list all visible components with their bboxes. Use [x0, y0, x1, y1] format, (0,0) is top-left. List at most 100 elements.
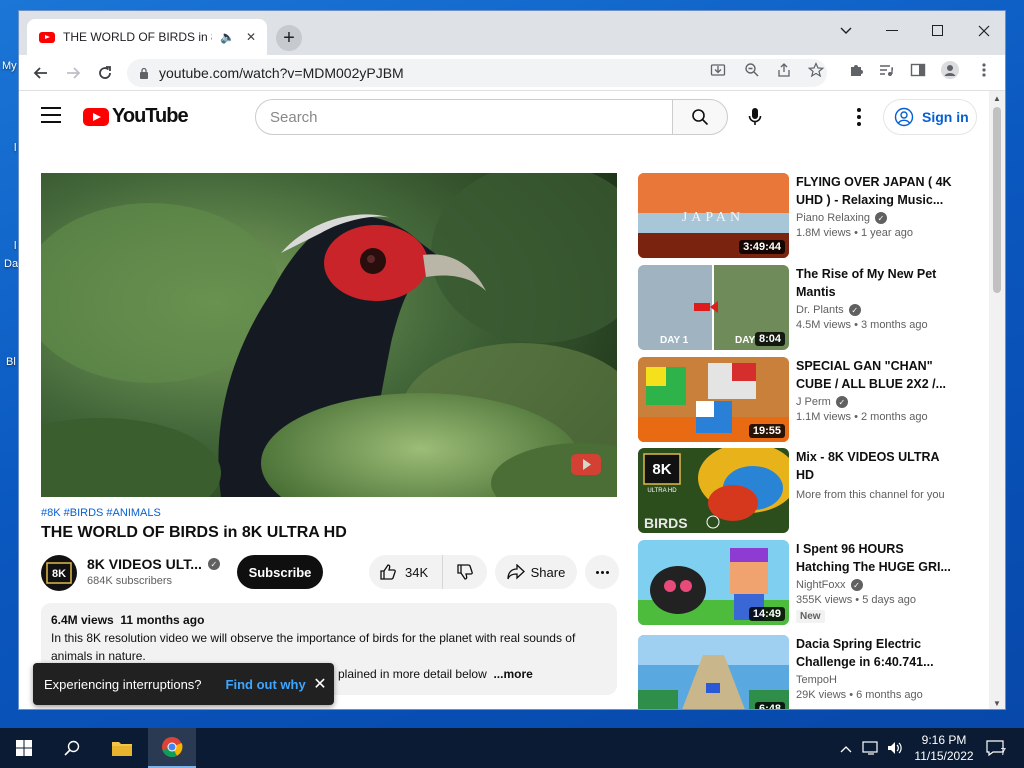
video-player[interactable] — [41, 173, 617, 497]
recommendation-title[interactable]: FLYING OVER JAPAN ( 4K UHD ) - Relaxing … — [796, 173, 954, 209]
voice-search-button[interactable] — [737, 99, 773, 135]
video-hashtags[interactable]: #8K #BIRDS #ANIMALS — [41, 507, 161, 519]
forward-arrow-icon[interactable] — [61, 61, 85, 85]
recommendation-title[interactable]: I Spent 96 HOURS Hatching The HUGE GRI..… — [796, 540, 954, 576]
minimize-button[interactable] — [869, 17, 915, 45]
recommendation-meta: 1.1M views • 2 months ago — [796, 411, 928, 423]
profile-avatar-icon[interactable] — [941, 61, 959, 79]
system-clock[interactable]: 9:16 PM 11/15/2022 — [908, 732, 980, 764]
side-panel-icon[interactable] — [909, 61, 927, 79]
video-duration: 8:04 — [754, 332, 785, 346]
search-button[interactable] — [672, 99, 728, 135]
new-badge: New — [796, 610, 825, 623]
share-label: Share — [530, 564, 566, 580]
scroll-down-arrow-icon[interactable]: ▼ — [993, 699, 1001, 708]
recommendation-item[interactable]: DAY 1 DAY 8:04 The Rise of My New Pet Man… — [638, 265, 968, 351]
video-frame-bird — [41, 173, 617, 497]
recommendation-thumbnail[interactable]: JAPAN 3:49:44 — [638, 173, 789, 258]
interruption-toast: Experiencing interruptions? Find out why… — [33, 663, 334, 705]
recommendation-thumbnail[interactable]: 8K ULTRA HD BIRDS — [638, 448, 789, 533]
close-tab-icon[interactable]: ✕ — [243, 30, 259, 44]
bookmark-star-icon[interactable] — [807, 61, 825, 79]
thumbnail-text: DAY — [735, 335, 756, 346]
volume-icon[interactable] — [886, 740, 904, 759]
settings-more-icon[interactable] — [847, 103, 871, 131]
network-icon[interactable] — [862, 740, 880, 759]
close-window-button[interactable] — [961, 17, 1005, 45]
start-button[interactable] — [0, 728, 48, 768]
share-button[interactable]: Share — [495, 555, 577, 589]
close-icon[interactable]: ✕ — [310, 674, 330, 694]
recommendation-channel[interactable]: NightFoxx ✓ — [796, 579, 954, 591]
thumbnail-text: DAY 1 — [660, 335, 689, 346]
lock-icon[interactable] — [139, 67, 149, 79]
subscribe-button[interactable]: Subscribe — [237, 555, 323, 589]
recommendation-channel[interactable]: Piano Relaxing ✓ — [796, 212, 954, 224]
desktop-icon-label[interactable]: l — [14, 240, 16, 252]
scrollbar-thumb[interactable] — [993, 107, 1001, 293]
video-more-actions-icon[interactable] — [585, 555, 619, 589]
browser-tab[interactable]: THE WORLD OF BIRDS in 8K 🔈 ✕ — [27, 19, 267, 55]
recommendation-item[interactable]: 14:49 I Spent 96 HOURS Hatching The HUGE… — [638, 540, 968, 626]
recommendation-title[interactable]: SPECIAL GAN "CHAN" CUBE / ALL BLUE 2X2 /… — [796, 357, 954, 393]
recommendation-title[interactable]: The Rise of My New Pet Mantis — [796, 265, 954, 301]
taskbar-search-button[interactable] — [48, 728, 96, 768]
media-control-icon[interactable] — [877, 61, 895, 79]
recommendation-thumbnail[interactable]: 14:49 — [638, 540, 789, 625]
desktop-icon-label[interactable]: Bl — [6, 356, 16, 368]
clock-date: 11/15/2022 — [914, 749, 974, 763]
recommendation-title[interactable]: Dacia Spring Electric Challenge in 6:40.… — [796, 635, 954, 671]
channel-name[interactable]: 8K VIDEOS ULT... ✓ — [87, 556, 220, 572]
recommendation-thumbnail[interactable]: 6:48 — [638, 635, 789, 709]
share-arrow-icon — [506, 564, 525, 580]
recommendation-channel[interactable]: TempoH — [796, 674, 954, 686]
notification-center-icon[interactable]: 7 — [984, 738, 1006, 758]
tray-chevron-up-icon[interactable] — [840, 740, 852, 756]
desktop-icon-label[interactable]: My — [2, 60, 17, 72]
recommendation-channel[interactable]: Dr. Plants ✓ — [796, 304, 954, 316]
show-more-link[interactable]: ...more — [493, 667, 532, 681]
scroll-up-arrow-icon[interactable]: ▲ — [993, 94, 1001, 103]
extensions-puzzle-icon[interactable] — [847, 61, 865, 79]
toast-message: Experiencing interruptions? — [44, 676, 202, 692]
like-button[interactable]: 34K — [369, 555, 443, 589]
desktop-icon-label[interactable]: l — [14, 142, 16, 154]
recommendation-item[interactable]: 19:55 SPECIAL GAN "CHAN" CUBE / ALL BLUE… — [638, 357, 968, 443]
thumbnail-text: 8K — [652, 461, 671, 478]
reload-icon[interactable] — [93, 61, 117, 85]
find-out-why-link[interactable]: Find out why — [226, 677, 306, 692]
sign-in-label: Sign in — [922, 109, 969, 125]
install-icon[interactable] — [709, 61, 727, 79]
zoom-icon[interactable] — [743, 61, 761, 79]
search-input[interactable] — [270, 108, 672, 126]
desktop-icon-label[interactable]: Da — [4, 258, 18, 270]
channel-avatar[interactable]: 8K — [41, 555, 77, 591]
chrome-icon — [162, 737, 183, 758]
recommendation-item[interactable]: JAPAN 3:49:44 FLYING OVER JAPAN ( 4K UHD… — [638, 173, 968, 259]
page-scrollbar[interactable]: ▲ ▼ — [989, 91, 1005, 709]
new-tab-button[interactable]: + — [276, 25, 302, 51]
back-arrow-icon[interactable] — [29, 61, 53, 85]
youtube-logo[interactable]: YouTube — [83, 105, 189, 128]
tab-search-chevron-icon[interactable] — [823, 17, 869, 45]
browser-menu-icon[interactable] — [975, 61, 993, 79]
speaker-icon[interactable]: 🔈 — [220, 30, 235, 44]
like-dislike-group: 34K — [369, 555, 487, 589]
verified-check-icon: ✓ — [835, 396, 848, 408]
share-page-icon[interactable] — [775, 61, 793, 79]
subscribe-watermark-icon[interactable] — [569, 449, 603, 483]
recommendation-item[interactable]: 6:48 Dacia Spring Electric Challenge in … — [638, 635, 968, 709]
chrome-taskbar-button[interactable] — [148, 728, 196, 768]
guide-menu-icon[interactable] — [41, 107, 61, 123]
recommendation-title[interactable]: Mix - 8K VIDEOS ULTRA HD — [796, 448, 954, 484]
recommendation-thumbnail[interactable]: 19:55 — [638, 357, 789, 442]
file-explorer-button[interactable] — [98, 728, 146, 768]
maximize-button[interactable] — [915, 17, 961, 45]
recommendation-item[interactable]: 8K ULTRA HD BIRDS Mix - 8K VIDEOS ULTRA HD… — [638, 448, 968, 534]
thumbnail-text: JAPAN — [682, 210, 744, 225]
recommendation-thumbnail[interactable]: DAY 1 DAY 8:04 — [638, 265, 789, 350]
browser-toolbar: youtube.com/watch?v=MDM002yPJBM — [19, 55, 1005, 91]
sign-in-button[interactable]: Sign in — [883, 99, 977, 135]
recommendation-channel[interactable]: J Perm ✓ — [796, 396, 954, 408]
dislike-button[interactable] — [443, 563, 487, 581]
